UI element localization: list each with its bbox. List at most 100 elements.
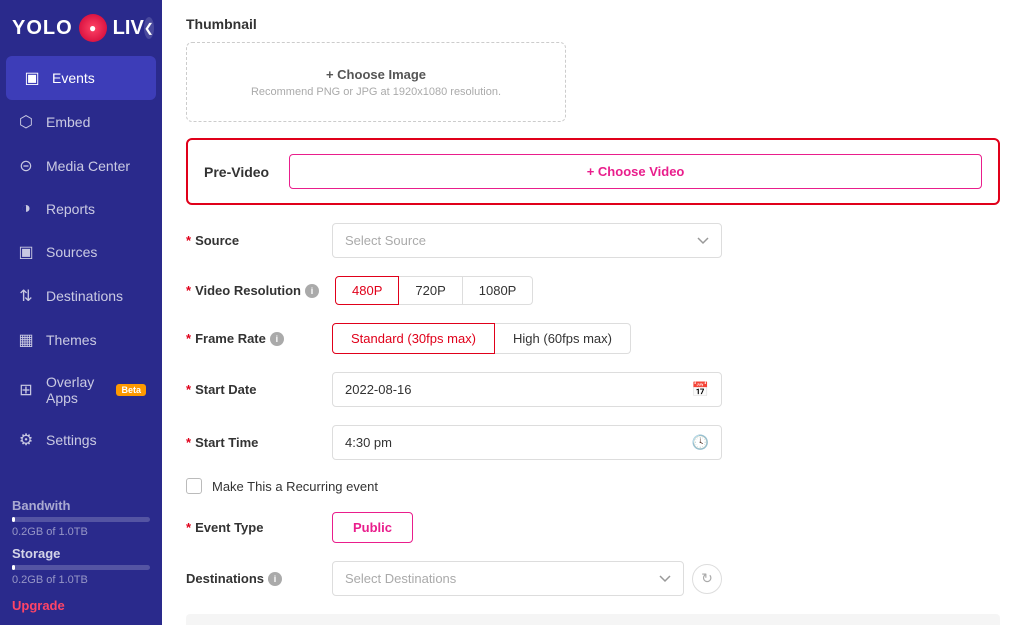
frame-rate-info-icon[interactable]: i bbox=[270, 332, 284, 346]
choose-video-button[interactable]: + Choose Video bbox=[289, 154, 982, 189]
sidebar-item-settings[interactable]: ⚙ Settings bbox=[0, 418, 162, 462]
event-type-public-button[interactable]: Public bbox=[332, 512, 413, 543]
media-center-icon: ⊝ bbox=[16, 156, 36, 176]
thumbnail-upload-area[interactable]: + Choose Image Recommend PNG or JPG at 1… bbox=[186, 42, 566, 122]
sidebar-item-sources[interactable]: ▣ Sources bbox=[0, 230, 162, 274]
sidebar-item-events[interactable]: ▣ Events bbox=[6, 56, 156, 100]
themes-icon: ▦ bbox=[16, 330, 36, 350]
thumbnail-hint: Recommend PNG or JPG at 1920x1080 resolu… bbox=[251, 86, 501, 98]
main-content: Thumbnail + Choose Image Recommend PNG o… bbox=[162, 0, 1024, 625]
start-time-row: * Start Time 4:30 pm 🕓 bbox=[186, 425, 1000, 460]
sidebar-item-label: Themes bbox=[46, 332, 97, 348]
storage-progress-fill bbox=[12, 565, 15, 570]
sidebar-item-embed[interactable]: ⬡ Embed bbox=[0, 100, 162, 144]
source-required: * bbox=[186, 233, 191, 248]
destinations-icon: ⇅ bbox=[16, 286, 36, 306]
sidebar-item-label: Overlay Apps bbox=[46, 374, 104, 406]
bandwidth-progress-fill bbox=[12, 517, 15, 522]
pre-video-label: Pre-Video bbox=[204, 164, 269, 180]
bandwidth-progress-bg bbox=[12, 517, 150, 522]
destinations-refresh-button[interactable]: ↻ bbox=[692, 564, 722, 594]
logo-text: YOLO bbox=[12, 17, 73, 40]
sidebar-collapse-button[interactable]: ❮ bbox=[144, 17, 154, 39]
source-label-text: Source bbox=[195, 233, 239, 248]
start-date-label-text: Start Date bbox=[195, 382, 256, 397]
thumbnail-label: Thumbnail bbox=[186, 16, 1000, 32]
source-row: * Source Select Source bbox=[186, 223, 1000, 258]
sidebar-bottom: Bandwith 0.2GB of 1.0TB Storage 0.2GB of… bbox=[0, 488, 162, 625]
choose-image-text: + Choose Image bbox=[326, 67, 426, 82]
logo-suffix: LIV bbox=[113, 17, 144, 40]
video-resolution-group: 480P 720P 1080P bbox=[335, 276, 533, 305]
sidebar-item-overlay-apps[interactable]: ⊞ Overlay Apps Beta bbox=[0, 362, 162, 418]
sidebar: YOLO ● LIV ❮ ▣ Events ⬡ Embed ⊝ Media Ce… bbox=[0, 0, 162, 625]
frame-rate-standard-button[interactable]: Standard (30fps max) bbox=[332, 323, 495, 354]
frame-rate-row: * Frame Rate i Standard (30fps max) High… bbox=[186, 323, 1000, 354]
sidebar-item-label: Settings bbox=[46, 432, 97, 448]
embed-icon: ⬡ bbox=[16, 112, 36, 132]
start-date-label: * Start Date bbox=[186, 382, 316, 397]
storage-label: Storage bbox=[12, 546, 150, 561]
resolution-1080p-button[interactable]: 1080P bbox=[463, 276, 534, 305]
resolution-720p-button[interactable]: 720P bbox=[399, 276, 462, 305]
pre-video-section: Pre-Video + Choose Video bbox=[186, 138, 1000, 205]
start-date-row: * Start Date 2022-08-16 📅 bbox=[186, 372, 1000, 407]
thumbnail-section: Thumbnail + Choose Image Recommend PNG o… bbox=[186, 16, 1000, 122]
start-time-required: * bbox=[186, 435, 191, 450]
destinations-row: Destinations i Select Destinations ↻ bbox=[186, 561, 1000, 596]
recurring-label: Make This a Recurring event bbox=[212, 479, 378, 494]
reports-icon: ◑ bbox=[16, 200, 36, 218]
frame-rate-required: * bbox=[186, 331, 191, 346]
start-date-required: * bbox=[186, 382, 191, 397]
frame-rate-label: * Frame Rate i bbox=[186, 331, 316, 346]
source-select[interactable]: Select Source bbox=[332, 223, 722, 258]
video-res-info-icon[interactable]: i bbox=[305, 284, 319, 298]
calendar-icon: 📅 bbox=[692, 381, 709, 398]
overlay-apps-icon: ⊞ bbox=[16, 380, 36, 400]
advanced-settings-row[interactable]: ▶ Advanced Settings bbox=[186, 614, 1000, 625]
start-time-label: * Start Time bbox=[186, 435, 316, 450]
resolution-480p-button[interactable]: 480P bbox=[335, 276, 399, 305]
sidebar-item-themes[interactable]: ▦ Themes bbox=[0, 318, 162, 362]
event-type-label: * Event Type bbox=[186, 520, 316, 535]
video-res-label-text: Video Resolution bbox=[195, 283, 301, 298]
sidebar-logo-area: YOLO ● LIV ❮ bbox=[0, 0, 162, 56]
sources-icon: ▣ bbox=[16, 242, 36, 262]
destinations-select[interactable]: Select Destinations bbox=[332, 561, 684, 596]
logo-wrapper: YOLO ● LIV bbox=[12, 14, 144, 42]
video-res-required: * bbox=[186, 283, 191, 298]
sidebar-item-label: Events bbox=[52, 70, 95, 86]
storage-usage: 0.2GB of 1.0TB bbox=[12, 574, 150, 586]
frame-rate-high-button[interactable]: High (60fps max) bbox=[495, 323, 631, 354]
sidebar-item-label: Sources bbox=[46, 244, 97, 260]
start-time-value: 4:30 pm bbox=[345, 435, 692, 450]
beta-badge: Beta bbox=[116, 384, 146, 396]
start-time-input[interactable]: 4:30 pm 🕓 bbox=[332, 425, 722, 460]
destinations-label-text: Destinations bbox=[186, 571, 264, 586]
start-date-value: 2022-08-16 bbox=[345, 382, 692, 397]
destinations-info-icon[interactable]: i bbox=[268, 572, 282, 586]
sidebar-item-label: Embed bbox=[46, 114, 90, 130]
bandwidth-usage: 0.2GB of 1.0TB bbox=[12, 526, 150, 538]
start-date-input[interactable]: 2022-08-16 📅 bbox=[332, 372, 722, 407]
event-type-label-text: Event Type bbox=[195, 520, 263, 535]
destinations-wrap: Select Destinations ↻ bbox=[332, 561, 722, 596]
video-resolution-row: * Video Resolution i 480P 720P 1080P bbox=[186, 276, 1000, 305]
recurring-row: Make This a Recurring event bbox=[186, 478, 1000, 494]
recurring-checkbox[interactable] bbox=[186, 478, 202, 494]
frame-rate-label-text: Frame Rate bbox=[195, 331, 266, 346]
sidebar-item-label: Destinations bbox=[46, 288, 123, 304]
storage-progress-bg bbox=[12, 565, 150, 570]
video-resolution-label: * Video Resolution i bbox=[186, 283, 319, 298]
sidebar-item-reports[interactable]: ◑ Reports bbox=[0, 188, 162, 230]
upgrade-link[interactable]: Upgrade bbox=[12, 598, 65, 613]
sidebar-item-media-center[interactable]: ⊝ Media Center bbox=[0, 144, 162, 188]
settings-icon: ⚙ bbox=[16, 430, 36, 450]
start-time-label-text: Start Time bbox=[195, 435, 258, 450]
source-label: * Source bbox=[186, 233, 316, 248]
events-icon: ▣ bbox=[22, 68, 42, 88]
sidebar-item-label: Reports bbox=[46, 201, 95, 217]
sidebar-item-destinations[interactable]: ⇅ Destinations bbox=[0, 274, 162, 318]
destinations-label: Destinations i bbox=[186, 571, 316, 586]
clock-icon: 🕓 bbox=[692, 434, 709, 451]
